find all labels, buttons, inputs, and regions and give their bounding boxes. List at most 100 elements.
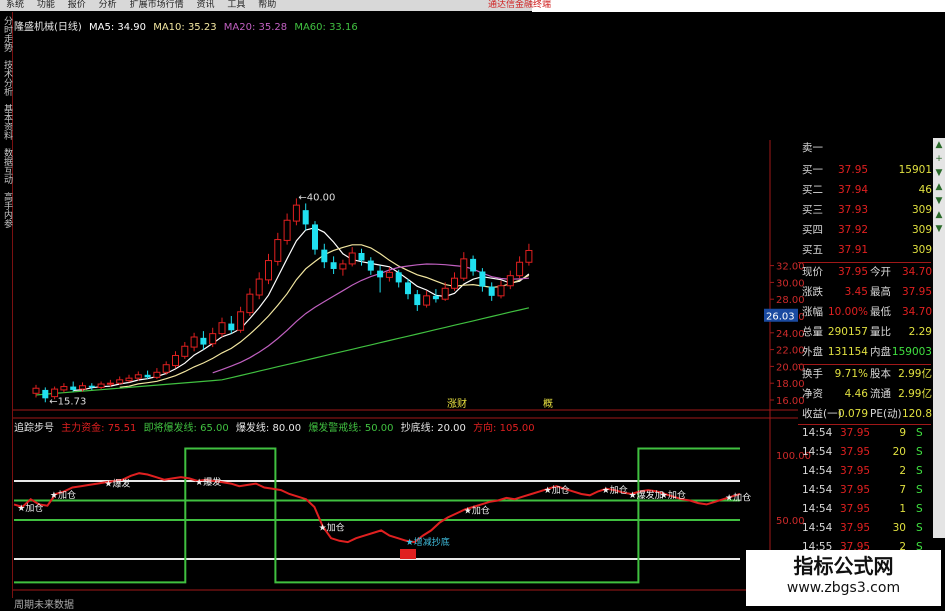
candle-body-up — [516, 261, 524, 277]
candle-body-down — [488, 286, 495, 296]
stat-value: 2.29 — [908, 326, 932, 338]
candle-body-up — [116, 379, 124, 384]
stat-row: 现价 37.95 今开 34.70 — [800, 264, 932, 280]
param-burst: 爆发线: 80.00 — [235, 423, 302, 434]
tick-price: 37.95 — [840, 427, 871, 439]
scroll-up-icon[interactable]: ▲ — [933, 138, 945, 152]
stat-value: 37.95 — [901, 286, 932, 298]
stat-value: 159003 — [891, 346, 932, 358]
candle-body-up — [283, 219, 291, 241]
candle-body-up — [385, 271, 393, 278]
stat-value: 2.99亿 — [898, 368, 932, 380]
candle-body-up — [172, 354, 179, 367]
indicator-marker: ★加仓 — [725, 492, 751, 504]
stat-row: 收益(一) 0.079 PE(动) 120.8 — [800, 406, 932, 422]
candle-body-up — [218, 322, 226, 335]
order-label: 买四 — [802, 224, 823, 236]
stat-value: 3.45 — [844, 286, 868, 298]
candle-body-down — [302, 210, 309, 225]
scroll-down-icon[interactable]: ▼ — [933, 166, 945, 180]
candle-body-up — [97, 383, 105, 388]
stat-value: 131154 — [827, 346, 868, 358]
stat-row: 涨幅 10.00% 最低 34.70 — [800, 304, 932, 320]
high-marker: ←40.00 — [298, 192, 335, 203]
order-label: 买二 — [802, 184, 823, 196]
indicator-panel[interactable]: 100.0050.00★加仓★加仓★爆发 ★爆发★加仓★增减抄底★加仓★加仓 ★加仓… — [13, 447, 811, 584]
stat-label: 涨跌 — [802, 286, 823, 298]
candle-body-up — [460, 258, 468, 279]
candle-body-up — [125, 377, 133, 382]
buy-row: 买二 37.94 46 — [800, 182, 932, 198]
quote-panel: 卖一 买一 37.95 15901 买二 37.94 46 买三 37.93 309 买四 37.92… — [798, 138, 932, 608]
candle-body-up — [209, 333, 217, 345]
stat-value: 2.99亿 — [898, 388, 932, 400]
direction-line — [14, 447, 740, 584]
indicator-header: 追踪步号 主力资金: 75.51 即将爆发线: 65.00 爆发线: 80.00… — [14, 419, 539, 434]
candle-body-up — [423, 295, 431, 306]
scroll-up-icon[interactable]: ▲ — [933, 180, 945, 194]
order-label: 买三 — [802, 204, 823, 216]
candle-body-down — [414, 294, 421, 306]
candle-body-up — [255, 278, 263, 296]
stat-value: 4.46 — [844, 388, 868, 400]
candle-body-down — [42, 389, 49, 399]
indicator-marker: ★爆发 — [104, 477, 130, 489]
candle-body-up — [451, 277, 458, 289]
indicator-name: 追踪步号 — [14, 423, 54, 434]
chart-frame — [13, 140, 798, 591]
watermark-title: 指标公式网 — [793, 554, 894, 578]
scroll-up-icon[interactable]: ▲ — [933, 208, 945, 222]
stat-row: 净资 4.46 流通 2.99亿 — [800, 386, 932, 402]
candle-body-down — [228, 323, 235, 331]
tick-row: 14:54 37.95 9 S — [800, 425, 932, 441]
watermark-url: www.zbgs3.com — [786, 580, 901, 596]
candle-body-up — [32, 387, 40, 394]
param-soon-burst: 即将爆发线: 65.00 — [143, 423, 229, 434]
order-label: 卖一 — [802, 142, 823, 154]
tick-time: 14:54 — [802, 484, 833, 496]
order-price: 37.93 — [838, 204, 869, 216]
plus-icon[interactable]: + — [933, 152, 945, 166]
stat-row: 涨跌 3.45 最高 37.95 — [800, 284, 932, 300]
scroll-down-icon[interactable]: ▼ — [933, 222, 945, 236]
stat-value: 0.079 — [837, 408, 868, 420]
sell-row: 卖一 — [800, 140, 932, 156]
tick-side: S — [916, 503, 923, 515]
ma5-line — [73, 227, 530, 391]
stat-label: 换手 — [802, 368, 823, 380]
indicator-marker: ★加仓 — [464, 505, 490, 517]
candle-body-down — [144, 374, 151, 378]
tick-volume: 20 — [892, 446, 906, 458]
candle-body-up — [525, 249, 533, 263]
current-price-label: 26.03 — [766, 312, 795, 323]
tick-volume: 1 — [899, 503, 906, 515]
candle-body-up — [292, 204, 300, 222]
candle-body-down — [432, 295, 439, 300]
tick-price: 37.95 — [840, 503, 871, 515]
tick-row: 14:54 37.95 30 S — [800, 520, 932, 536]
low-marker: ←15.73 — [49, 396, 86, 407]
candle-body-down — [358, 253, 365, 261]
tick-row: 14:54 37.95 1 S — [800, 501, 932, 517]
buy-row: 买一 37.95 15901 — [800, 162, 932, 178]
stat-value: 34.70 — [901, 266, 932, 278]
candle-body-down — [395, 272, 402, 283]
tick-row: 14:54 37.95 2 S — [800, 463, 932, 479]
tick-time: 14:54 — [802, 465, 833, 477]
candle-body-down — [377, 270, 384, 278]
order-volume: 46 — [918, 184, 932, 196]
candle-body-down — [367, 260, 374, 271]
candle-body-down — [405, 282, 411, 295]
candle-body-up — [246, 293, 254, 314]
param-direction: 方向: 105.00 — [473, 423, 535, 434]
side-scrollbar[interactable]: ▲ + ▼ ▲ ▼ ▲ ▼ — [933, 138, 945, 538]
order-label: 买一 — [802, 164, 823, 176]
order-label: 买五 — [802, 244, 823, 256]
scroll-down-icon[interactable]: ▼ — [933, 194, 945, 208]
order-price: 37.95 — [838, 164, 869, 176]
indicator-marker: ★加仓 — [17, 502, 43, 514]
stat-value: 37.95 — [837, 266, 868, 278]
order-volume: 309 — [911, 224, 932, 236]
annotation-label: 概 — [543, 397, 553, 410]
stat-value: 34.70 — [901, 306, 932, 318]
